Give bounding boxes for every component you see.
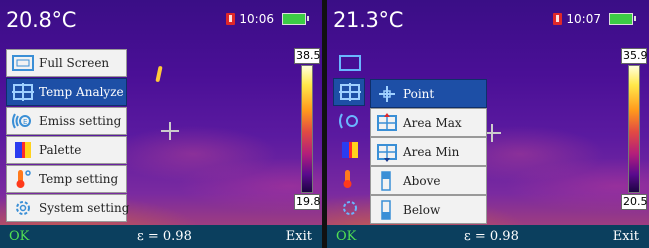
temperature-scale: 35.9 20.5 [621, 48, 648, 210]
menu-item-palette[interactable] [333, 136, 365, 164]
submenu-item-point[interactable]: Point [370, 79, 487, 108]
menu-item-label: Temp setting [39, 172, 119, 186]
color-scale-bar [301, 65, 313, 193]
menu-item-temp-analyze[interactable] [333, 78, 365, 106]
exit-softkey[interactable]: Exit [613, 229, 639, 244]
exit-softkey[interactable]: Exit [286, 229, 312, 244]
menu-item-temp-setting[interactable]: Temp setting [6, 165, 127, 193]
center-temperature: 21.3°C [333, 8, 404, 32]
sd-card-icon [226, 13, 236, 25]
color-scale-bar [628, 65, 640, 193]
menu-item-label: System setting [39, 201, 130, 215]
emissivity-icon [334, 108, 366, 134]
menu-item-full-screen[interactable] [333, 49, 365, 77]
menu-item-label: Palette [39, 143, 82, 157]
main-menu: Full Screen Temp Analyze E Emiss setting… [6, 49, 130, 223]
submenu-item-area-min[interactable]: Area Min [370, 137, 487, 166]
submenu-item-above[interactable]: Above [370, 166, 487, 195]
menu-item-temp-setting[interactable] [333, 165, 365, 193]
below-icon [371, 197, 403, 223]
battery-icon [282, 13, 309, 25]
scale-max: 38.5 [294, 48, 321, 64]
battery-icon [609, 13, 636, 25]
svg-text:E: E [23, 118, 27, 126]
ok-softkey[interactable]: OK [9, 229, 29, 244]
emissivity-value: ε = 0.98 [137, 229, 192, 244]
thermal-screen-main-menu: 20.8°C 10:06 38.5 19.8 Full Screen Temp … [0, 0, 322, 248]
gear-icon [334, 195, 366, 221]
scale-min: 20.5 [621, 194, 648, 210]
fullscreen-icon [334, 50, 366, 76]
menu-item-full-screen[interactable]: Full Screen [6, 49, 127, 77]
status-bar: 10:07 [553, 12, 636, 26]
above-icon [371, 168, 403, 194]
hotspot [155, 65, 163, 83]
sd-card-icon [553, 13, 563, 25]
area-min-icon [371, 139, 403, 165]
scale-max: 35.9 [621, 48, 648, 64]
menu-item-temp-analyze[interactable]: Temp Analyze [6, 78, 127, 106]
submenu-item-label: Above [403, 173, 441, 188]
crosshair-box-icon [334, 79, 366, 105]
softkey-bar: OK ε = 0.98 Exit [327, 225, 649, 248]
point-crosshair-icon [371, 81, 403, 107]
thermometer-icon [7, 166, 39, 192]
thermal-screen-analyze-submenu: 21.3°C 10:07 35.9 20.5 Point Area Max Ar… [327, 0, 649, 248]
fullscreen-icon [7, 50, 39, 76]
area-max-icon [371, 110, 403, 136]
submenu-item-label: Area Max [403, 115, 462, 130]
emissivity-icon: E [7, 108, 39, 134]
emissivity-value: ε = 0.98 [464, 229, 519, 244]
main-menu-collapsed [333, 49, 365, 223]
submenu-item-area-max[interactable]: Area Max [370, 108, 487, 137]
menu-item-emiss-setting[interactable] [333, 107, 365, 135]
thermometer-icon [334, 166, 366, 192]
clock: 10:07 [566, 12, 601, 26]
softkey-bar: OK ε = 0.98 Exit [0, 225, 322, 248]
menu-item-system-setting[interactable] [333, 194, 365, 222]
gear-icon [7, 195, 39, 221]
palette-icon [7, 137, 39, 163]
menu-item-palette[interactable]: Palette [6, 136, 127, 164]
crosshair-box-icon [7, 79, 39, 105]
clock: 10:06 [239, 12, 274, 26]
center-temperature: 20.8°C [6, 8, 77, 32]
temp-analyze-submenu: Point Area Max Area Min Above Below [370, 79, 487, 224]
scale-min: 19.8 [294, 194, 321, 210]
menu-item-system-setting[interactable]: System setting [6, 194, 130, 222]
palette-icon [334, 137, 366, 163]
menu-item-emiss-setting[interactable]: E Emiss setting [6, 107, 127, 135]
submenu-item-below[interactable]: Below [370, 195, 487, 224]
submenu-item-label: Below [403, 202, 441, 217]
center-crosshair-icon [161, 122, 179, 140]
submenu-item-label: Point [403, 86, 435, 101]
menu-item-label: Temp Analyze [39, 85, 124, 99]
status-bar: 10:06 [226, 12, 309, 26]
ok-softkey[interactable]: OK [336, 229, 356, 244]
menu-item-label: Full Screen [39, 56, 110, 70]
menu-item-label: Emiss setting [39, 114, 122, 128]
temperature-scale: 38.5 19.8 [294, 48, 321, 210]
submenu-item-label: Area Min [403, 144, 460, 159]
